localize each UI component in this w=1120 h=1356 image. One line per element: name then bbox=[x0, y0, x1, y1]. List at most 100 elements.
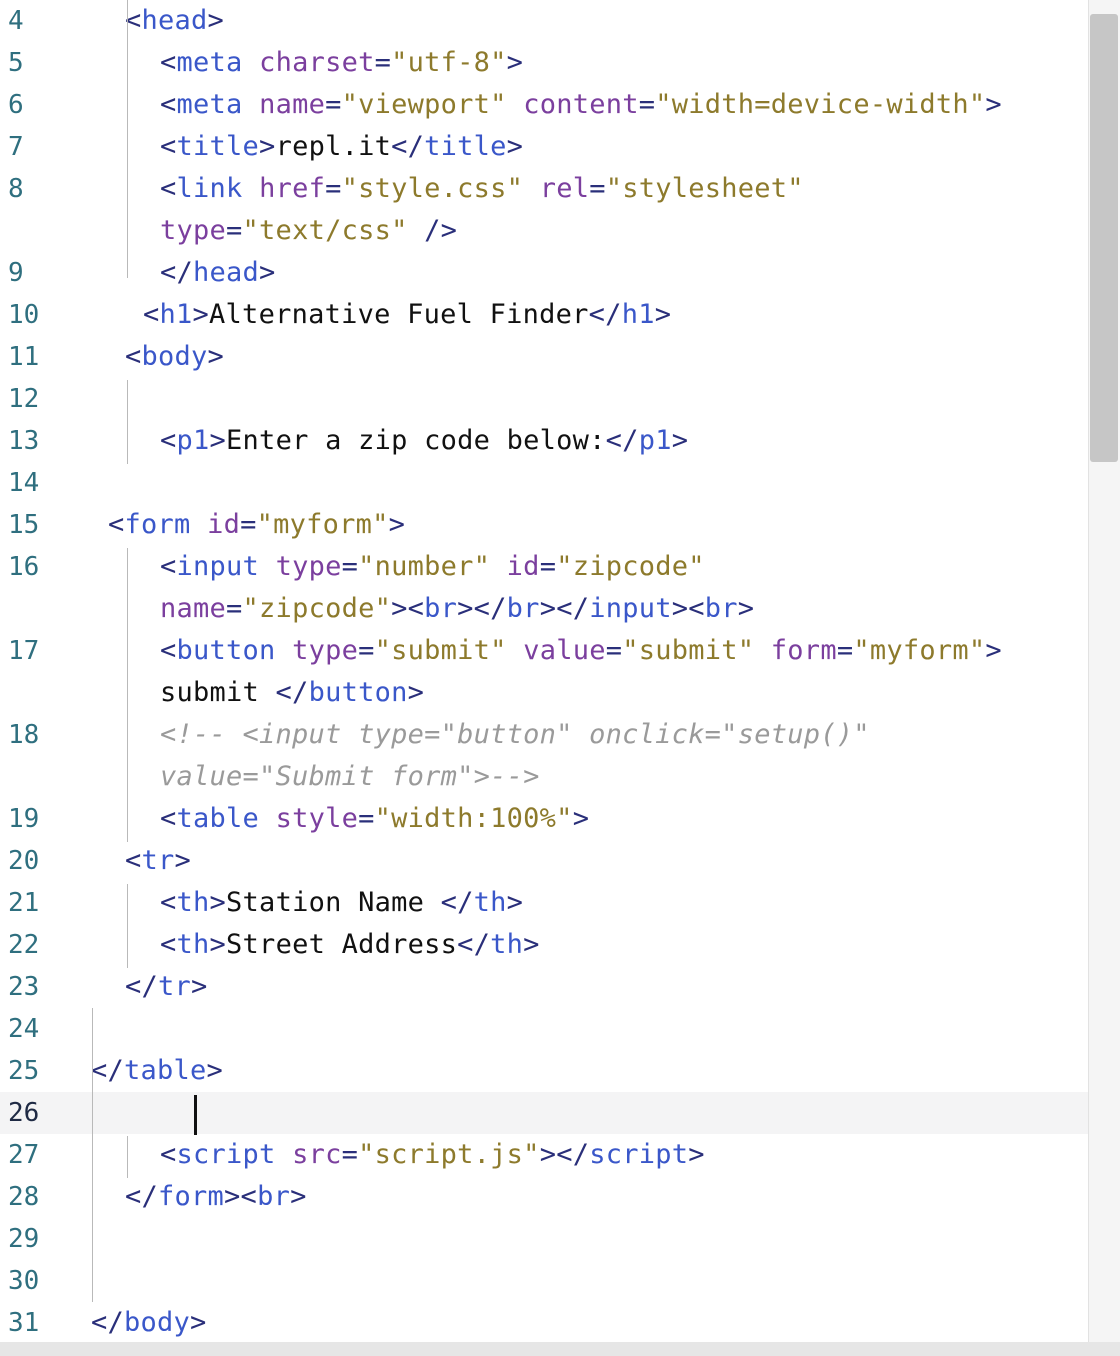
code-token: th bbox=[473, 887, 507, 918]
code-token: = bbox=[836, 635, 854, 666]
code-line[interactable]: 28 </form><br> bbox=[0, 1176, 1088, 1218]
code-line[interactable]: 9 </head> bbox=[0, 252, 1088, 294]
code-token: < bbox=[160, 47, 177, 78]
code-token: > bbox=[654, 299, 672, 330]
code-line[interactable]: 19 <table style="width:100%"> bbox=[0, 798, 1088, 840]
code-line[interactable]: 4 <head> bbox=[0, 0, 1088, 42]
code-token: link bbox=[176, 173, 243, 204]
code-line[interactable]: value="Submit form">--> bbox=[0, 756, 1088, 798]
code-text: value="Submit form">--> bbox=[160, 756, 540, 798]
code-line[interactable]: 7 <title>repl.it</title> bbox=[0, 126, 1088, 168]
code-line[interactable]: 13 <p1>Enter a zip code below:</p1> bbox=[0, 420, 1088, 462]
code-line[interactable]: 14 bbox=[0, 462, 1088, 504]
line-number: 11 bbox=[8, 342, 40, 372]
line-number: 5 bbox=[8, 48, 24, 78]
code-token: th bbox=[176, 929, 210, 960]
code-token: table bbox=[176, 803, 260, 834]
line-number: 17 bbox=[8, 636, 40, 666]
code-token: = bbox=[226, 215, 243, 246]
code-token: </ bbox=[125, 971, 159, 1002]
line-number: 31 bbox=[8, 1308, 40, 1338]
code-line[interactable]: 27 <script src="script.js"></script> bbox=[0, 1134, 1088, 1176]
code-token: = bbox=[605, 635, 623, 666]
code-token: head bbox=[141, 5, 208, 36]
code-token: charset bbox=[259, 47, 375, 78]
code-token: head bbox=[193, 257, 260, 288]
code-token: > bbox=[506, 47, 524, 78]
text-cursor bbox=[194, 1095, 197, 1135]
indent-guide bbox=[127, 380, 128, 464]
code-token: </ bbox=[275, 677, 309, 708]
code-text: <link href="style.css" rel="stylesheet" bbox=[160, 168, 804, 210]
code-token: href bbox=[259, 173, 326, 204]
code-line[interactable]: 24 bbox=[0, 1008, 1088, 1050]
code-token: Alternative Fuel Finder bbox=[209, 299, 589, 330]
code-line[interactable]: 5 <meta charset="utf-8"> bbox=[0, 42, 1088, 84]
code-token: > bbox=[388, 509, 406, 540]
code-token: Station Name bbox=[226, 887, 441, 918]
line-number: 8 bbox=[8, 174, 24, 204]
code-line[interactable]: 21 <th>Station Name </th> bbox=[0, 882, 1088, 924]
code-line[interactable]: 22 <th>Street Address</th> bbox=[0, 924, 1088, 966]
code-token: > bbox=[191, 971, 208, 1002]
scrollbar-thumb[interactable] bbox=[1090, 14, 1118, 462]
code-token: > bbox=[506, 887, 524, 918]
code-line[interactable]: 30 bbox=[0, 1260, 1088, 1302]
code-text: <script src="script.js"></script> bbox=[160, 1134, 705, 1176]
code-line[interactable]: 25 </table> bbox=[0, 1050, 1088, 1092]
code-token: form bbox=[158, 1181, 225, 1212]
code-line[interactable]: 15 <form id="myform"> bbox=[0, 504, 1088, 546]
code-token: = bbox=[226, 593, 243, 624]
code-token: input bbox=[589, 593, 672, 624]
code-token: meta bbox=[176, 89, 243, 120]
code-line[interactable]: name="zipcode"><br></br></input><br> bbox=[0, 588, 1088, 630]
code-token: </ bbox=[391, 131, 425, 162]
code-line[interactable]: 26 bbox=[0, 1092, 1088, 1134]
code-line[interactable]: 11 <body> bbox=[0, 336, 1088, 378]
code-text: </tr> bbox=[125, 966, 208, 1008]
code-editor[interactable]: 4 <head> 5 <meta charset="utf-8"> 6 <meta nam… bbox=[0, 0, 1088, 1342]
code-token: th bbox=[490, 929, 524, 960]
code-token: th bbox=[176, 887, 210, 918]
line-number: 19 bbox=[8, 804, 40, 834]
line-number: 16 bbox=[8, 552, 40, 582]
code-token: > bbox=[259, 257, 276, 288]
code-line[interactable]: 18 <!-- <input type="button" onclick="set… bbox=[0, 714, 1088, 756]
line-number: 18 bbox=[8, 720, 40, 750]
line-number: 9 bbox=[8, 258, 24, 288]
code-token: > bbox=[523, 929, 540, 960]
code-token: br bbox=[506, 593, 540, 624]
code-line[interactable]: 17 <button type="submit" value="submit" f… bbox=[0, 630, 1088, 672]
code-line[interactable]: 29 bbox=[0, 1218, 1088, 1260]
code-line[interactable]: submit </button> bbox=[0, 672, 1088, 714]
code-token: > bbox=[506, 131, 524, 162]
code-line[interactable]: 20 <tr> bbox=[0, 840, 1088, 882]
code-line[interactable]: 8 <link href="style.css" rel="stylesheet" bbox=[0, 168, 1088, 210]
indent-guide bbox=[127, 0, 128, 278]
code-token: = bbox=[240, 509, 257, 540]
code-token: > bbox=[206, 1055, 224, 1086]
line-number: 28 bbox=[8, 1182, 40, 1212]
code-token: = bbox=[325, 89, 342, 120]
code-token: "myform" bbox=[256, 509, 389, 540]
line-number: 7 bbox=[8, 132, 24, 162]
code-line[interactable]: type="text/css" /> bbox=[0, 210, 1088, 252]
code-token: > bbox=[209, 887, 227, 918]
line-number: 24 bbox=[8, 1014, 40, 1044]
code-token: submit bbox=[160, 677, 276, 708]
line-number: 10 bbox=[8, 300, 40, 330]
code-line[interactable]: 10 <h1>Alternative Fuel Finder</h1> bbox=[0, 294, 1088, 336]
code-token: name bbox=[259, 89, 326, 120]
code-line[interactable]: 31 </body> bbox=[0, 1302, 1088, 1342]
code-line[interactable]: 6 <meta name="viewport" content="width=de… bbox=[0, 84, 1088, 126]
horizontal-scrollbar[interactable] bbox=[0, 1342, 1120, 1356]
code-token: type bbox=[292, 635, 359, 666]
code-text: <meta charset="utf-8"> bbox=[160, 42, 523, 84]
code-token: form bbox=[124, 509, 191, 540]
code-line[interactable]: 23 </tr> bbox=[0, 966, 1088, 1008]
code-line[interactable]: 12 bbox=[0, 378, 1088, 420]
code-line[interactable]: 16 <input type="number" id="zipcode" bbox=[0, 546, 1088, 588]
